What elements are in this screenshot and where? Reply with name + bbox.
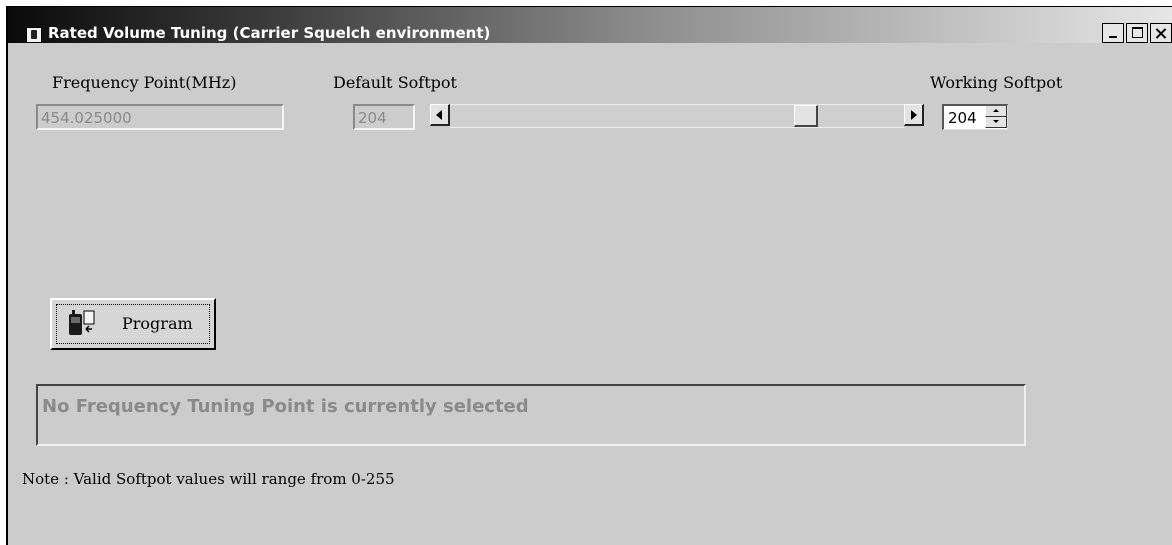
status-text: No Frequency Tuning Point is currently s… [42,396,529,417]
title-bar[interactable]: Rated Volume Tuning (Carrier Squelch env… [8,7,1172,43]
working-softpot-spinner[interactable]: 204 [942,104,1008,130]
working-softpot-value[interactable]: 204 [948,109,977,127]
default-softpot-label: Default Softpot [333,73,457,92]
spin-up-button[interactable] [985,106,1007,117]
window-controls [1100,23,1172,43]
maximize-button[interactable] [1126,23,1148,43]
softpot-slider[interactable] [430,104,924,128]
window-title: Rated Volume Tuning (Carrier Squelch env… [48,24,491,42]
program-button[interactable]: Program [50,298,216,350]
status-box: No Frequency Tuning Point is currently s… [36,384,1026,446]
note-text: Note : Valid Softpot values will range f… [22,470,395,488]
radio-program-icon [69,310,95,335]
spinner-buttons [985,106,1007,128]
app-icon [26,27,42,43]
scroll-right-button[interactable] [904,104,924,126]
frequency-point-label: Frequency Point(MHz) [52,73,237,92]
close-button[interactable] [1150,23,1172,43]
minimize-button[interactable] [1102,23,1124,43]
default-softpot-field[interactable]: 204 [353,104,415,130]
scroll-left-button[interactable] [430,104,450,126]
program-button-label: Program [122,314,193,333]
slider-thumb[interactable] [794,105,818,127]
spin-down-button[interactable] [985,117,1007,128]
frequency-point-field[interactable]: 454.025000 [36,104,284,130]
slider-track[interactable] [450,104,904,128]
working-softpot-label: Working Softpot [930,73,1063,92]
